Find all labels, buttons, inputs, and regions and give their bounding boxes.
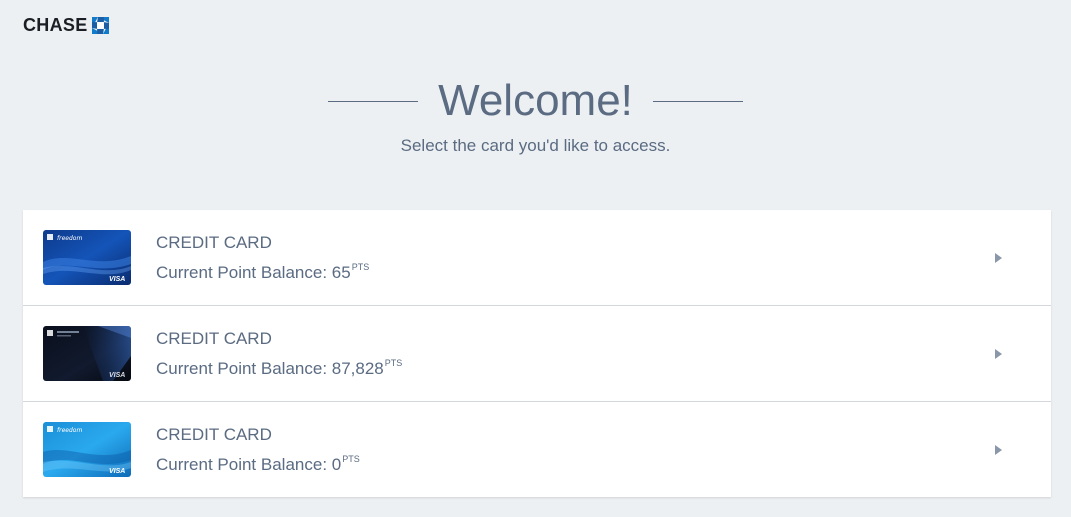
welcome-heading: Welcome! bbox=[0, 73, 1071, 129]
card-network-text: VISA bbox=[109, 468, 125, 475]
brand-name: CHASE bbox=[23, 15, 88, 35]
point-balance-value: 87,828 bbox=[331, 358, 384, 378]
card-type-label: CREDIT CARD bbox=[156, 424, 272, 444]
heading-rule-right bbox=[652, 100, 743, 102]
chase-octagon-icon bbox=[91, 17, 109, 34]
heading-rule-left bbox=[328, 100, 419, 102]
point-balance: Current Point Balance: 0PTS bbox=[156, 453, 360, 474]
page-title: Welcome! bbox=[438, 76, 633, 125]
sapphire-reserve-card-image: VISA bbox=[43, 326, 131, 381]
point-balance: Current Point Balance: 65PTS bbox=[156, 261, 370, 282]
card-type-label: CREDIT CARD bbox=[156, 328, 272, 348]
card-network-text: VISA bbox=[109, 276, 125, 283]
freedom-unlimited-card-image: freedom VISA bbox=[43, 230, 131, 285]
point-balance-value: 0 bbox=[331, 454, 342, 474]
card-row-freedom[interactable]: freedom VISA CREDIT CARD Current Point B… bbox=[23, 402, 1051, 497]
card-type-label: CREDIT CARD bbox=[156, 232, 272, 252]
chevron-right-icon bbox=[995, 252, 1002, 263]
points-unit: PTS bbox=[351, 261, 370, 272]
chase-logo[interactable]: CHASE bbox=[23, 15, 109, 36]
card-network-text: VISA bbox=[109, 372, 125, 379]
chevron-right-icon bbox=[995, 348, 1002, 359]
page-subtitle: Select the card you'd like to access. bbox=[400, 136, 671, 155]
points-unit: PTS bbox=[384, 357, 403, 368]
card-row-sapphire-reserve[interactable]: VISA CREDIT CARD Current Point Balance: … bbox=[23, 306, 1051, 402]
point-balance-value: 65 bbox=[331, 262, 351, 282]
points-unit: PTS bbox=[342, 453, 360, 464]
chevron-right-icon bbox=[995, 444, 1002, 455]
freedom-card-image: freedom VISA bbox=[43, 422, 131, 477]
card-list: freedom VISA CREDIT CARD Current Point B… bbox=[23, 210, 1051, 497]
point-balance: Current Point Balance: 87,828PTS bbox=[156, 357, 403, 378]
card-brand-text: freedom bbox=[57, 235, 82, 242]
card-brand-text: freedom bbox=[57, 427, 82, 434]
card-row-freedom-unlimited[interactable]: freedom VISA CREDIT CARD Current Point B… bbox=[23, 210, 1051, 306]
